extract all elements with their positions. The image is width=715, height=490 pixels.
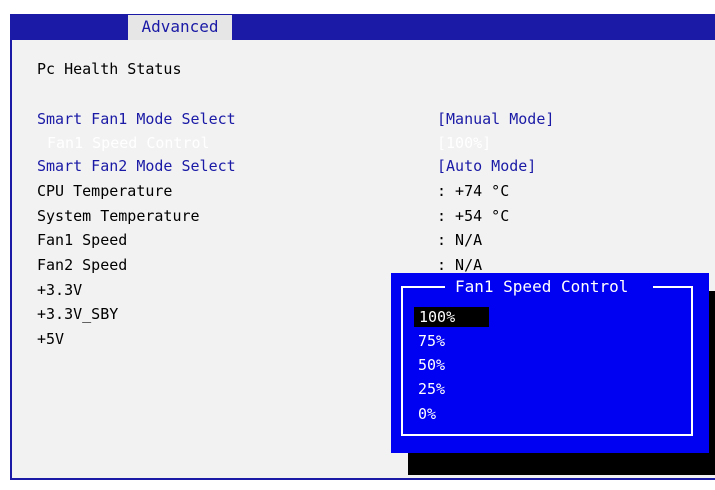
voltage-3v3-label: +3.3V bbox=[37, 281, 83, 299]
option-0[interactable]: 0% bbox=[418, 404, 436, 424]
popup-title: Fan1 Speed Control bbox=[455, 277, 629, 296]
fan1-speed-label: Fan1 Speed bbox=[37, 231, 128, 249]
fan1-speed-popup: Fan1 Speed Control 100% 75% 50% 25% 0% bbox=[391, 273, 709, 453]
option-25[interactable]: 25% bbox=[418, 379, 445, 399]
system-temperature-label: System Temperature bbox=[37, 207, 200, 225]
cpu-temperature-value: : +74 °C bbox=[437, 182, 510, 200]
popup-frame-top-right bbox=[653, 286, 693, 288]
fan1-speed-value: : N/A bbox=[437, 231, 483, 249]
smart-fan1-mode-value[interactable]: [Manual Mode] bbox=[437, 109, 554, 129]
voltage-5v-label: +5V bbox=[37, 330, 65, 348]
voltage-3v3-sby-label: +3.3V_SBY bbox=[37, 305, 119, 323]
smart-fan1-mode-label[interactable]: Smart Fan1 Mode Select bbox=[37, 109, 236, 129]
option-75[interactable]: 75% bbox=[418, 331, 445, 351]
smart-fan2-mode-label[interactable]: Smart Fan2 Mode Select bbox=[37, 156, 236, 176]
tab-advanced[interactable]: Advanced bbox=[127, 14, 233, 43]
system-temperature-value: : +54 °C bbox=[437, 207, 510, 225]
popup-frame-top-left bbox=[401, 286, 445, 288]
fan1-speed-control-value[interactable]: [100%] bbox=[437, 133, 491, 153]
fan1-speed-control-label[interactable]: Fan1 Speed Control bbox=[47, 133, 210, 153]
cpu-temperature-label: CPU Temperature bbox=[37, 182, 173, 200]
option-50[interactable]: 50% bbox=[418, 355, 445, 375]
fan2-speed-value: : N/A bbox=[437, 256, 483, 274]
fan2-speed-label: Fan2 Speed bbox=[37, 256, 128, 274]
menu-bar: Advanced bbox=[10, 14, 715, 43]
option-100[interactable]: 100% bbox=[414, 307, 489, 327]
page-title: Pc Health Status bbox=[37, 60, 182, 78]
smart-fan2-mode-value[interactable]: [Auto Mode] bbox=[437, 156, 536, 176]
